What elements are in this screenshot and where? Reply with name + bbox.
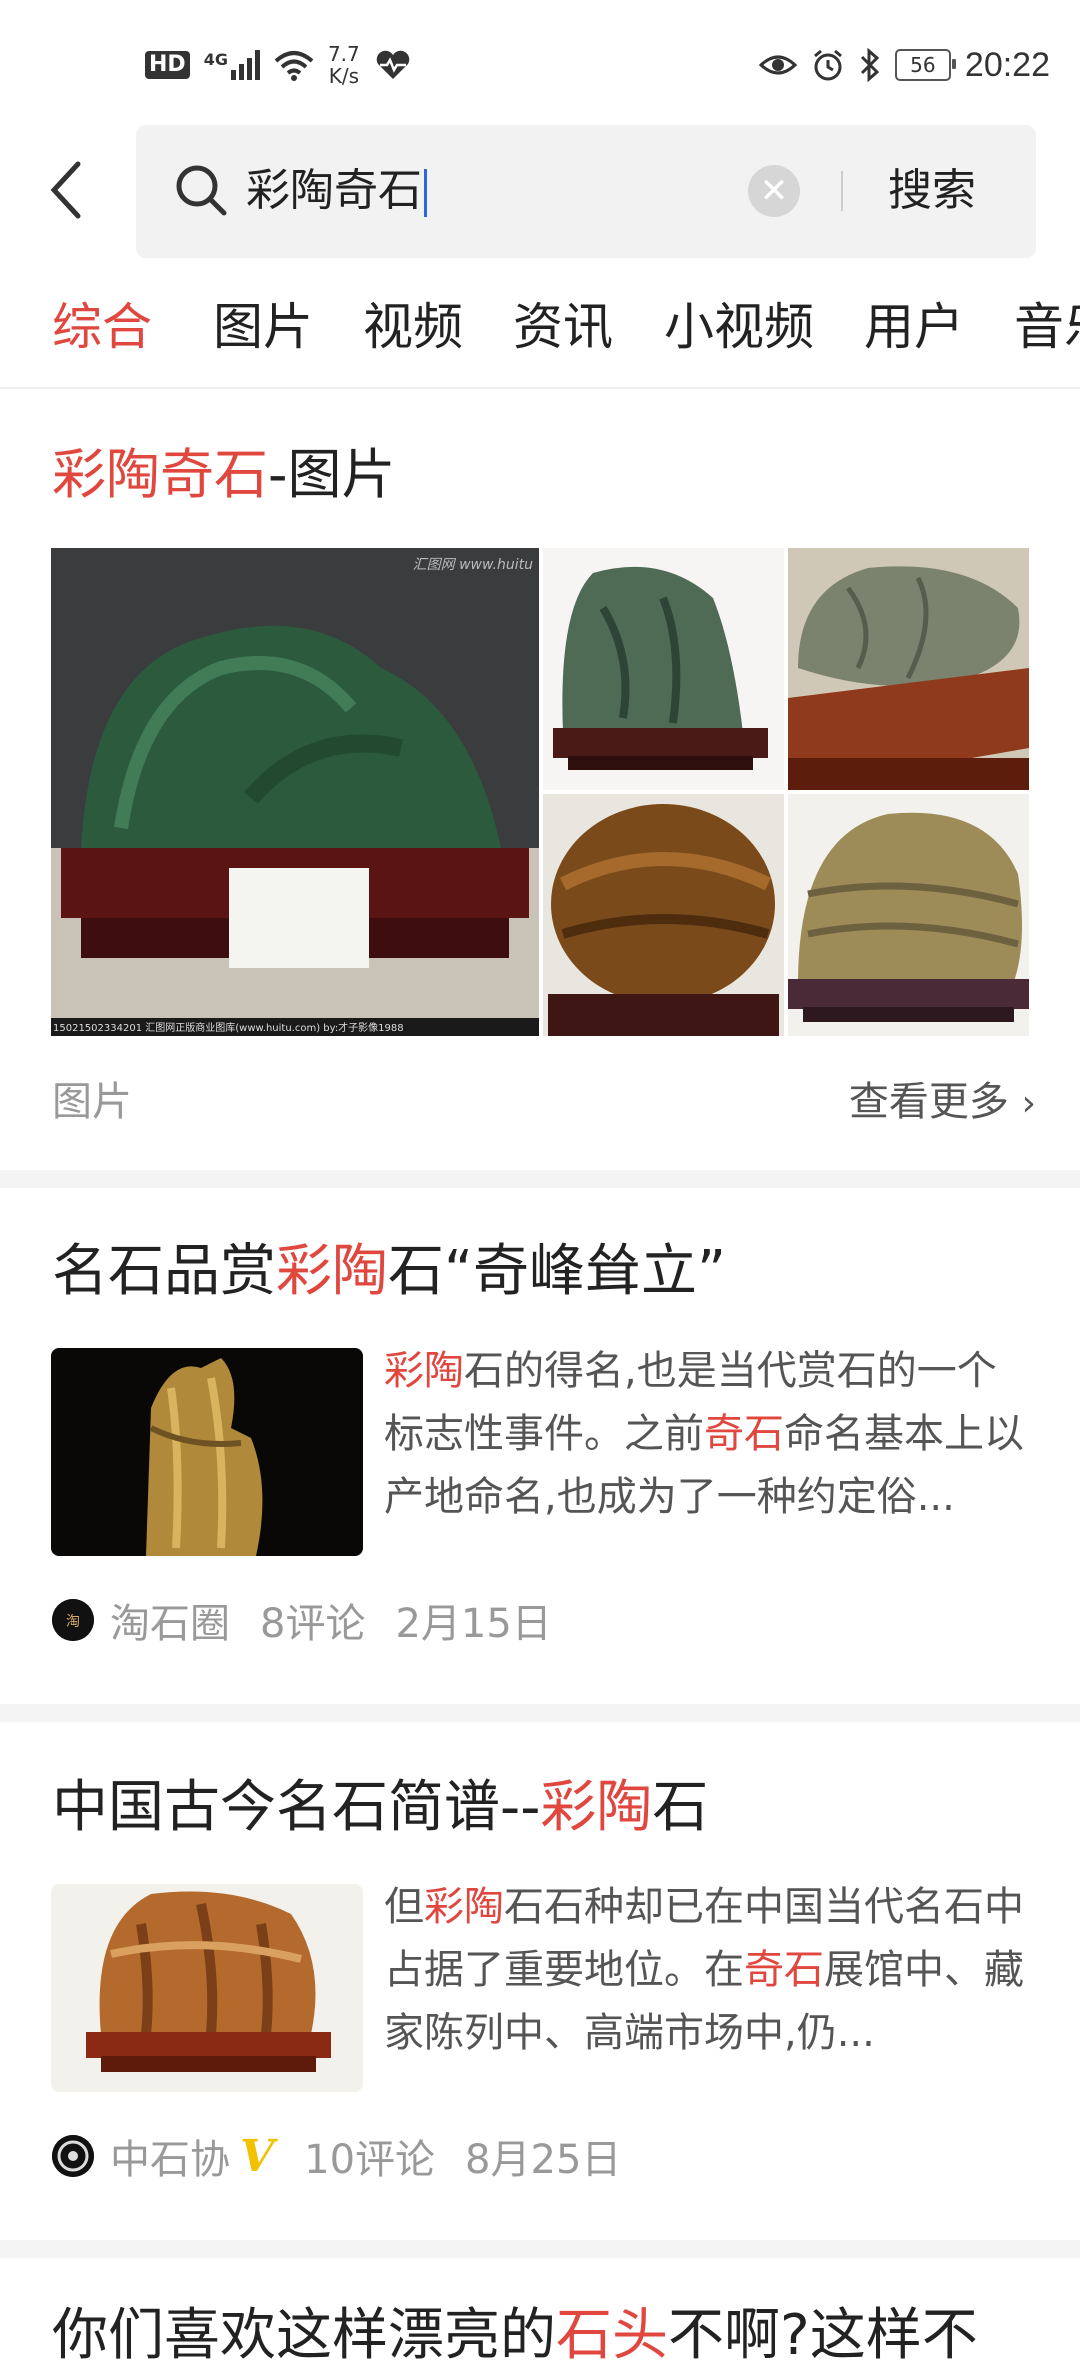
article-snippet-2: 但彩陶石石种却已在中国当代名石中占据了重要地位。在奇石展馆中、藏家陈列中、高端市…	[384, 1876, 1032, 2065]
publish-date: 2月15日	[395, 1601, 552, 1647]
ochre-stone-photo	[51, 1884, 363, 2092]
article-title-3[interactable]: 你们喜欢这样漂亮的石头不啊?这样不	[52, 2300, 978, 2372]
search-submit-button[interactable]: 搜索	[888, 161, 976, 221]
avatar[interactable]: 淘	[52, 1599, 94, 1641]
clear-search-button[interactable]: ✕	[748, 165, 800, 217]
article-source[interactable]: 中石协	[110, 2127, 230, 2185]
view-more-link[interactable]: 查看更多 ›	[849, 1074, 1036, 1132]
gallery-footer-label: 图片	[52, 1079, 132, 1125]
network-speed: 7.7 K/s	[328, 43, 360, 87]
article-snippet-1: 彩陶石的得名,也是当代赏石的一个标志性事件。之前奇石命名基本上以产地命名,也成为…	[384, 1340, 1032, 1529]
gallery-image-4[interactable]	[543, 794, 784, 1036]
category-tabs: 综合 图片 视频 资讯 小视频 用户 音乐	[0, 282, 1080, 389]
tab-short-videos[interactable]: 小视频	[664, 292, 814, 362]
stone-photo-2	[543, 548, 784, 790]
article-thumbnail-2[interactable]	[51, 1884, 363, 2092]
svg-text:淘: 淘	[66, 1614, 80, 1630]
speed-value: 7.7	[327, 42, 360, 66]
snippet-1-part-1: 彩陶	[384, 1348, 464, 1394]
image-title-highlight: 彩陶奇石	[52, 443, 268, 506]
tab-videos[interactable]: 视频	[363, 292, 463, 362]
search-input[interactable]: 彩陶奇石	[246, 161, 427, 221]
article-1-title-highlight: 彩陶	[276, 1239, 388, 1304]
gallery-image-3[interactable]	[788, 548, 1029, 790]
tab-news[interactable]: 资讯	[513, 292, 613, 362]
tab-users[interactable]: 用户	[864, 292, 964, 362]
gallery-image-main[interactable]: 汇图网 www.huitu 15021502334201 汇图网正版商业图库(w…	[51, 548, 539, 1036]
article-1-title-post: 石“奇峰耸立”	[388, 1239, 727, 1304]
back-arrow-icon[interactable]	[44, 160, 94, 220]
snippet-2-part-2: 彩陶	[424, 1884, 504, 1930]
hd-indicator: HD	[145, 51, 190, 79]
stone-photo-5	[788, 794, 1029, 1036]
tab-images[interactable]: 图片	[213, 292, 313, 362]
search-icon	[176, 165, 227, 216]
network-type: 4G	[203, 50, 228, 69]
clock: 20:22	[964, 45, 1050, 84]
speed-unit: K/s	[328, 64, 359, 88]
article-3-title-pre: 你们喜欢这样漂亮的	[52, 2303, 556, 2368]
image-section-title[interactable]: 彩陶奇石-图片	[52, 440, 396, 510]
signal-icon: 4G	[204, 50, 260, 80]
article-1-title-pre: 名石品赏	[52, 1239, 276, 1304]
article-2-title-pre: 中国古今名石简谱--	[52, 1775, 541, 1840]
article-meta-1: 淘 淘石圈 8评论 2月15日	[52, 1590, 582, 1650]
stone-photo-3	[788, 548, 1029, 790]
verified-badge: V	[240, 2130, 275, 2182]
article-3-title-post: 不啊?这样不	[668, 2303, 978, 2368]
bluetooth-icon	[860, 48, 880, 82]
battery-level: 56	[910, 53, 936, 77]
status-right: 56 20:22	[758, 40, 1050, 90]
article-2-title-post: 石	[652, 1775, 709, 1840]
snippet-2-part-4: 奇石	[744, 1947, 824, 1993]
green-stone-photo	[51, 548, 539, 1036]
image-watermark: 汇图网 www.huitu	[412, 557, 533, 573]
tab-all[interactable]: 综合	[52, 292, 152, 362]
image-caption: 15021502334201 汇图网正版商业图库(www.huitu.com) …	[53, 1023, 404, 1034]
eye-icon	[758, 55, 797, 75]
comment-count: 8评论	[260, 1601, 366, 1647]
heart-rate-icon	[376, 50, 410, 79]
status-bar: HD 4G 7.7 K/s 56 20:22	[0, 0, 1080, 120]
gallery-image-5[interactable]	[788, 794, 1029, 1036]
text-caret	[424, 169, 427, 217]
battery-icon: 56	[894, 49, 956, 81]
section-divider	[0, 1704, 1080, 1722]
search-divider	[841, 171, 843, 211]
comment-count: 10评论	[304, 2137, 436, 2183]
alarm-icon	[813, 49, 842, 81]
article-title-1[interactable]: 名石品赏彩陶石“奇峰耸立”	[52, 1236, 726, 1308]
snippet-2-part-1: 但	[384, 1884, 424, 1930]
wifi-icon	[274, 51, 314, 81]
snippet-1-part-3: 奇石	[704, 1411, 784, 1457]
search-bar[interactable]: 彩陶奇石 ✕ 搜索	[136, 125, 1036, 258]
article-title-2[interactable]: 中国古今名石简谱--彩陶石	[52, 1772, 708, 1844]
article-thumbnail-1[interactable]	[51, 1348, 363, 1556]
article-meta-2: 中石协 V 10评论 8月25日	[52, 2126, 651, 2186]
gallery-image-2[interactable]	[543, 548, 784, 790]
search-query: 彩陶奇石	[246, 165, 422, 216]
article-3-title-highlight: 石头	[556, 2303, 668, 2368]
chevron-right-icon: ›	[1021, 1083, 1036, 1124]
section-divider	[0, 2240, 1080, 2258]
image-title-rest: -图片	[268, 443, 396, 506]
article-2-title-highlight: 彩陶	[540, 1775, 653, 1840]
tab-music[interactable]: 音乐	[1014, 292, 1080, 362]
status-left: HD 4G 7.7 K/s	[145, 40, 412, 90]
section-divider	[0, 1170, 1080, 1188]
view-more-label: 查看更多	[848, 1079, 1009, 1125]
article-source[interactable]: 淘石圈	[110, 1591, 230, 1649]
stone-photo-4	[543, 794, 784, 1036]
publish-date: 8月25日	[465, 2137, 622, 2183]
golden-stone-photo	[51, 1348, 363, 1556]
avatar[interactable]	[52, 2135, 94, 2177]
